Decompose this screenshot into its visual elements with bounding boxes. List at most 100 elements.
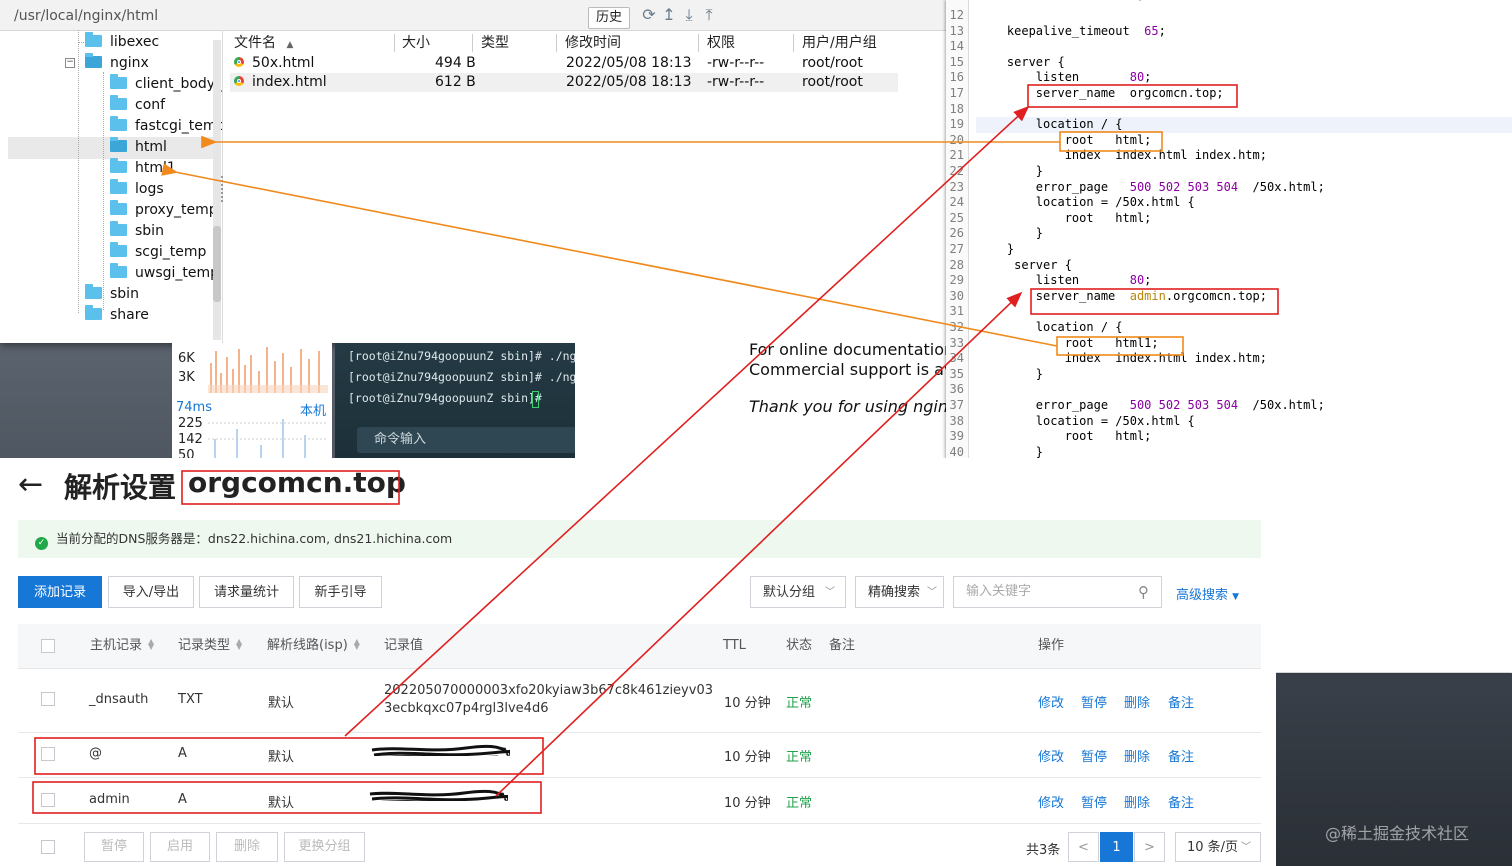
- tree-item-scgi-temp[interactable]: scgi_temp: [110, 242, 206, 262]
- tree-scrollbar-thumb[interactable]: [213, 226, 221, 302]
- import-export-button[interactable]: 导入/导出: [108, 576, 194, 608]
- column-remark: 备注: [829, 638, 856, 653]
- delete-link[interactable]: 删除: [1124, 792, 1150, 811]
- tree-item-client-body[interactable]: client_body_: [110, 74, 222, 94]
- tree-item-html[interactable]: html: [110, 137, 167, 157]
- line-number: 32: [949, 320, 964, 334]
- upload-arrow-icon[interactable]: ↥: [660, 6, 678, 24]
- watermark: @稀土掘金技术社区: [1325, 824, 1470, 843]
- search-icon[interactable]: ⚲: [1138, 577, 1149, 607]
- history-button[interactable]: 历史: [588, 7, 630, 29]
- chevron-down-icon: ﹀: [1241, 842, 1251, 853]
- tree-item-uwsgi-temp[interactable]: uwsgi_temp: [110, 263, 219, 283]
- code-line: 18: [946, 102, 978, 118]
- download-icon[interactable]: ⤓: [680, 6, 698, 24]
- back-arrow-icon[interactable]: ←: [18, 470, 43, 500]
- add-record-button[interactable]: 添加记录: [18, 576, 102, 608]
- search-mode-select[interactable]: 精确搜索 ﹀: [855, 576, 944, 608]
- advanced-search-link[interactable]: 高级搜索 ▼: [1176, 584, 1239, 603]
- select-all-footer-checkbox[interactable]: [41, 840, 55, 854]
- delete-link[interactable]: 删除: [1124, 692, 1150, 711]
- search-input[interactable]: 输入关键字 ⚲: [953, 576, 1162, 608]
- folder-icon: [110, 116, 127, 131]
- group-select[interactable]: 默认分组 ﹀: [750, 576, 846, 608]
- row-checkbox[interactable]: [41, 692, 55, 706]
- record-ttl: 10 分钟: [724, 696, 771, 711]
- guide-button[interactable]: 新手引导: [299, 576, 382, 608]
- edit-link[interactable]: 修改: [1038, 792, 1064, 811]
- row-checkbox[interactable]: [41, 793, 55, 807]
- remark-link[interactable]: 备注: [1168, 792, 1194, 811]
- column-host[interactable]: 主机记录 ▲ ▼: [90, 624, 156, 668]
- html-file-icon: [234, 76, 244, 86]
- file-row[interactable]: index.html 612 B 2022/05/08 18:13 -rw-r-…: [230, 73, 898, 92]
- column-status: 状态: [786, 638, 813, 653]
- column-mtime[interactable]: 修改时间: [565, 32, 621, 54]
- upload-icon[interactable]: ⤒: [700, 6, 718, 24]
- select-all-checkbox[interactable]: [41, 639, 55, 653]
- code-line: 35 }: [946, 367, 1043, 383]
- folder-icon: [110, 263, 127, 278]
- record-host: @: [89, 746, 102, 761]
- column-line[interactable]: 解析线路(isp) ▲ ▼: [267, 624, 362, 668]
- line-number: 27: [949, 242, 964, 256]
- check-circle-icon: ✓: [35, 537, 48, 550]
- remark-link[interactable]: 备注: [1168, 692, 1194, 711]
- remark-link[interactable]: 备注: [1168, 746, 1194, 765]
- column-owner[interactable]: 用户/用户组: [802, 32, 877, 54]
- column-type[interactable]: 类型: [481, 32, 509, 54]
- pane-resizer[interactable]: [221, 176, 227, 202]
- next-page-button[interactable]: >: [1134, 832, 1165, 862]
- row-checkbox[interactable]: [41, 747, 55, 761]
- code-line: 36: [946, 382, 978, 398]
- bulk-regroup-button[interactable]: 更换分组: [284, 832, 365, 862]
- command-input[interactable]: 命令输入: [357, 427, 575, 453]
- pause-link[interactable]: 暂停: [1081, 692, 1107, 711]
- tree-item-conf[interactable]: conf: [110, 95, 165, 115]
- edit-link[interactable]: 修改: [1038, 746, 1064, 765]
- folder-icon: [110, 221, 127, 236]
- table-row: @ A 默认 10 分钟 正常 修改 暂停 删除 备注: [18, 732, 1261, 778]
- bulk-enable-button[interactable]: 启用: [150, 832, 210, 862]
- line-number: 33: [949, 335, 964, 350]
- tree-item-sbin-root[interactable]: sbin: [85, 284, 139, 304]
- traffic-bars: [208, 343, 328, 395]
- code-line: 15 server {: [946, 55, 1065, 71]
- column-size[interactable]: 大小: [402, 32, 430, 54]
- dns-console: ← 解析设置 orgcomcn.top ✓ 当前分配的DNS服务器是：dns22.…: [0, 458, 1276, 866]
- page-number[interactable]: 1: [1100, 832, 1133, 862]
- edit-link[interactable]: 修改: [1038, 692, 1064, 711]
- tree-item-sbin[interactable]: sbin: [110, 221, 164, 241]
- tree-item-share[interactable]: share: [85, 305, 149, 325]
- line-number: 16: [949, 70, 964, 85]
- pause-link[interactable]: 暂停: [1081, 746, 1107, 765]
- file-row[interactable]: 50x.html 494 B 2022/05/08 18:13 -rw-r--r…: [234, 54, 894, 73]
- tree-item-nginx[interactable]: nginx: [85, 53, 149, 73]
- delete-link[interactable]: 删除: [1124, 746, 1150, 765]
- tree-item-proxy-temp[interactable]: proxy_temp: [110, 200, 218, 220]
- record-value: 3ecbkqxc07p4rgl3lve4d6: [384, 701, 549, 716]
- column-permission[interactable]: 权限: [707, 32, 735, 54]
- bulk-delete-button[interactable]: 删除: [216, 832, 278, 862]
- tree-item-html1[interactable]: html1: [110, 158, 176, 178]
- column-name[interactable]: 文件名 ▲: [234, 32, 293, 54]
- tree-item-fastcgi-temp[interactable]: fastcgi_temp: [110, 116, 222, 136]
- pause-link[interactable]: 暂停: [1081, 792, 1107, 811]
- code-line: 13 keepalive_timeout 65;: [946, 24, 1166, 40]
- record-host: admin: [89, 792, 130, 807]
- column-type[interactable]: 记录类型 ▲ ▼: [178, 624, 244, 668]
- collapse-toggle[interactable]: −: [65, 58, 75, 68]
- path-input[interactable]: /usr/local/nginx/html: [14, 8, 158, 24]
- sftp-window: /usr/local/nginx/html 历史 ⟳ ↥ ⤓ ⤒ − libex…: [0, 0, 950, 343]
- tree-item-libexec[interactable]: libexec: [85, 32, 159, 52]
- request-stats-button[interactable]: 请求量统计: [199, 576, 294, 608]
- terminal-panel[interactable]: [root@iZnu794goopuunZ sbin]# ./nginx [ro…: [335, 343, 597, 458]
- tree-item-logs[interactable]: logs: [110, 179, 164, 199]
- refresh-icon[interactable]: ⟳: [640, 6, 658, 24]
- prev-page-button[interactable]: <: [1068, 832, 1099, 862]
- bulk-pause-button[interactable]: 暂停: [84, 832, 144, 862]
- dns-server-notice: ✓ 当前分配的DNS服务器是：dns22.hichina.com, dns21.h…: [18, 520, 1261, 558]
- record-type: A: [178, 746, 187, 761]
- page-size-select[interactable]: 10 条/页 ﹀: [1175, 832, 1261, 862]
- status-badge: 正常: [786, 696, 813, 711]
